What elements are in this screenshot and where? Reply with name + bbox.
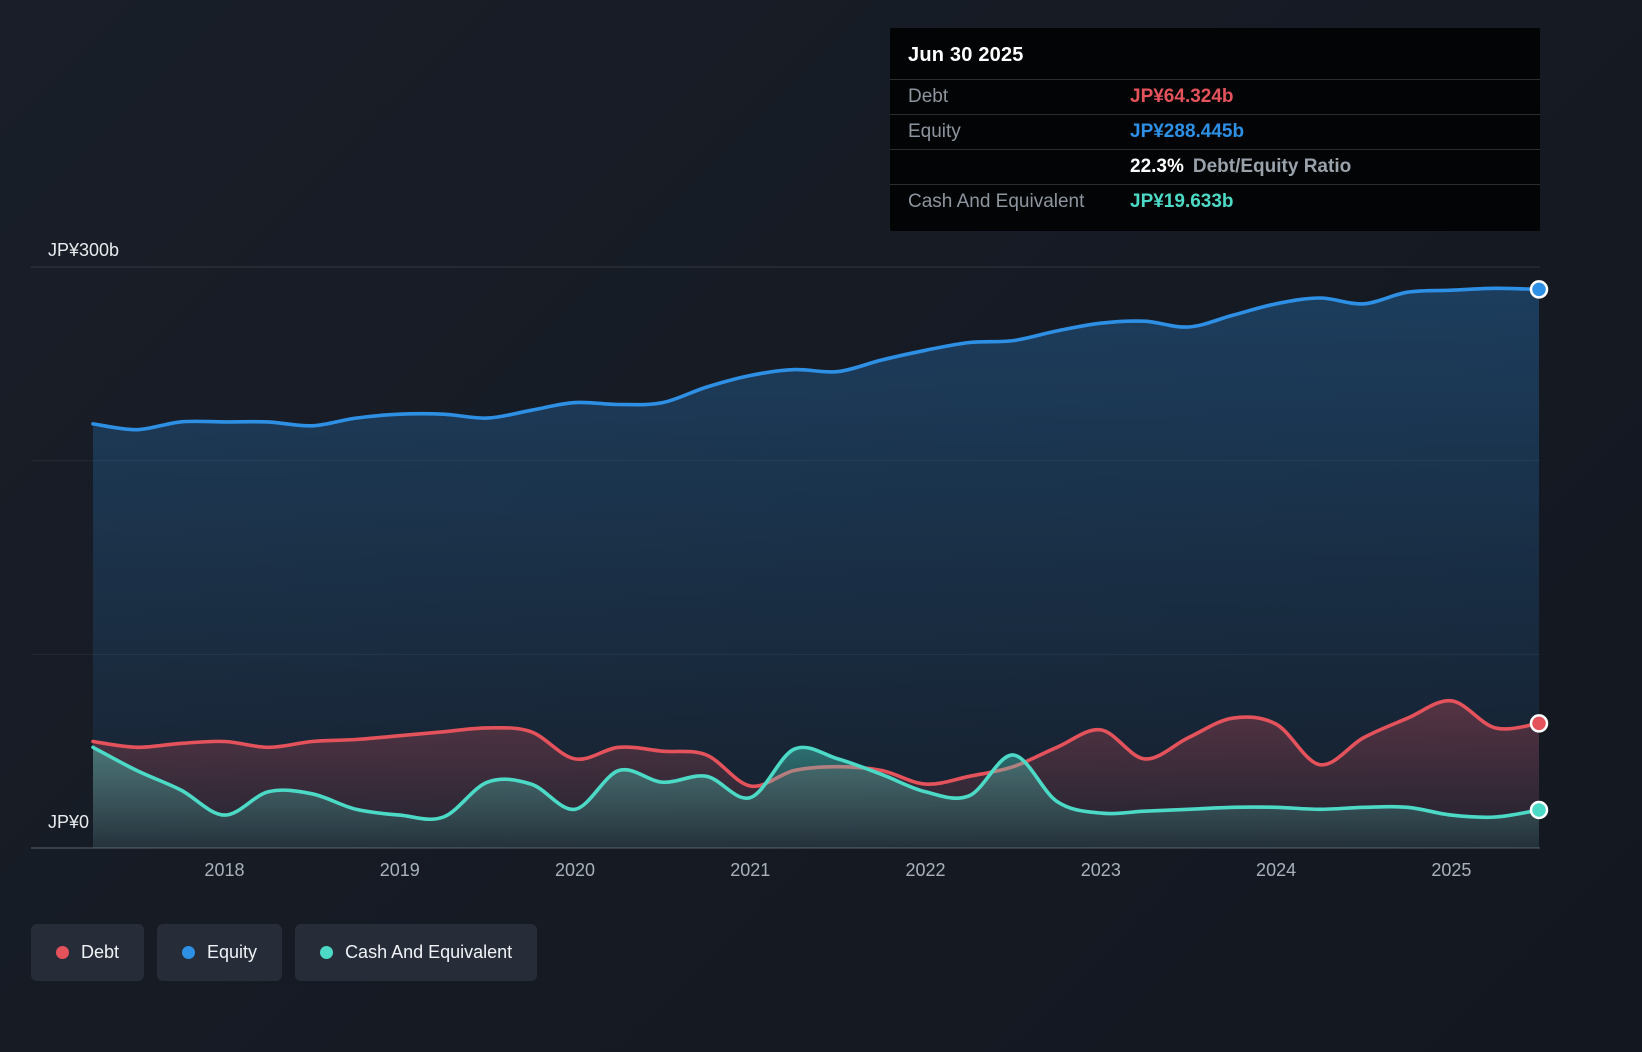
legend-dot-debt <box>56 946 69 959</box>
tooltip-cash-label: Cash And Equivalent <box>908 191 1130 213</box>
debt-equity-chart-page: JP¥300b JP¥0 201820192020202120222023202… <box>0 0 1642 1052</box>
tooltip-date: Jun 30 2025 <box>890 28 1540 79</box>
legend-label-equity: Equity <box>207 942 257 963</box>
tooltip-equity-row: Equity JP¥288.445b <box>890 114 1540 149</box>
y-axis-label-max: JP¥300b <box>48 240 119 261</box>
legend-label-debt: Debt <box>81 942 119 963</box>
tooltip-equity-label: Equity <box>908 121 1130 143</box>
tooltip-debt-row: Debt JP¥64.324b <box>890 79 1540 114</box>
legend: Debt Equity Cash And Equivalent <box>31 924 537 981</box>
legend-dot-cash <box>320 946 333 959</box>
y-axis-label-min: JP¥0 <box>48 812 89 833</box>
tooltip-ratio-label: Debt/Equity Ratio <box>1193 156 1351 178</box>
tooltip-ratio-row: 22.3% Debt/Equity Ratio <box>890 149 1540 184</box>
tooltip-debt-label: Debt <box>908 86 1130 108</box>
legend-item-debt[interactable]: Debt <box>31 924 144 981</box>
legend-dot-equity <box>182 946 195 959</box>
legend-item-equity[interactable]: Equity <box>157 924 282 981</box>
legend-item-cash[interactable]: Cash And Equivalent <box>295 924 537 981</box>
legend-label-cash: Cash And Equivalent <box>345 942 512 963</box>
tooltip-cash-row: Cash And Equivalent JP¥19.633b <box>890 184 1540 219</box>
tooltip-cash-value: JP¥19.633b <box>1130 191 1234 213</box>
equity-end-marker[interactable] <box>1531 281 1547 297</box>
tooltip-ratio-value: 22.3% <box>1130 156 1184 178</box>
debt-end-marker[interactable] <box>1531 715 1547 731</box>
tooltip-debt-value: JP¥64.324b <box>1130 86 1234 108</box>
cash-end-marker[interactable] <box>1531 802 1547 818</box>
tooltip: Jun 30 2025 Debt JP¥64.324b Equity JP¥28… <box>890 28 1540 231</box>
tooltip-equity-value: JP¥288.445b <box>1130 121 1244 143</box>
